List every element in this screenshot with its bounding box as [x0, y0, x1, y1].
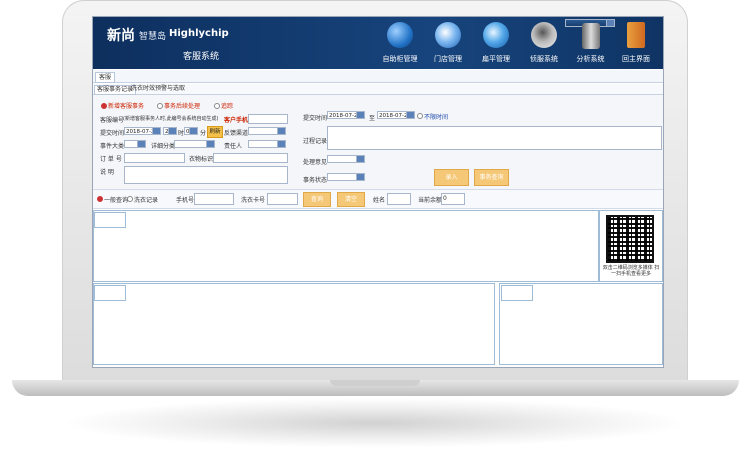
minute-unit: 分	[200, 130, 207, 137]
refresh-button[interactable]: 刷新	[207, 126, 223, 138]
query-phone-label: 手机号	[176, 197, 195, 204]
query-name-label: 姓名	[373, 197, 386, 204]
range-label: 提交时间	[303, 115, 328, 122]
owner-label: 责任人	[224, 143, 243, 150]
qr-code-image[interactable]	[606, 215, 654, 263]
status-label: 事务状态	[303, 177, 328, 184]
detail-select[interactable]	[174, 140, 215, 148]
radio-laundry-records[interactable]	[127, 196, 133, 202]
radio-label: 追踪	[221, 103, 234, 110]
clothing-input[interactable]	[213, 153, 288, 163]
nav-kiosk-management[interactable]: 自助柜管理	[375, 19, 425, 67]
balance-field: 0	[441, 193, 465, 205]
feedback-channel-label: 反馈渠道	[224, 130, 249, 137]
top-tab-strip	[93, 70, 663, 83]
nav-label: 回主界面	[622, 55, 650, 63]
process-label: 过程记录	[303, 138, 328, 145]
compass-icon	[387, 22, 413, 48]
detail-grid-left[interactable]	[93, 283, 495, 365]
exit-door-icon	[627, 22, 645, 48]
category-label: 事件大类	[100, 143, 125, 150]
globe-icon	[483, 22, 509, 48]
nav-label: 自助柜管理	[382, 55, 418, 63]
handle-label: 处理意见	[303, 159, 328, 166]
category-select[interactable]	[124, 140, 146, 148]
records-grid[interactable]	[93, 210, 599, 282]
radio-label: 洗衣记录	[134, 197, 159, 204]
order-input[interactable]	[124, 153, 185, 163]
brand-subtitle: 智慧岛	[139, 32, 167, 42]
grid-row[interactable]	[94, 220, 126, 228]
process-record-textarea[interactable]	[327, 126, 662, 150]
query-card-input[interactable]	[267, 193, 298, 205]
order-label: 订 单 号	[100, 156, 122, 163]
radio-follow-up[interactable]	[157, 103, 163, 109]
brand-chinese: 新尚	[107, 28, 135, 44]
owner-select[interactable]	[248, 140, 286, 148]
grid-row[interactable]	[94, 293, 126, 301]
system-name: 客服系统	[183, 52, 220, 62]
query-name-input[interactable]	[387, 193, 411, 205]
desc-textarea[interactable]	[124, 166, 288, 184]
desc-label: 说 明	[100, 169, 114, 176]
feedback-channel-select[interactable]	[248, 127, 286, 135]
hour-select[interactable]: 23	[163, 127, 177, 135]
app-header: 新尚 智慧岛 Highlychip 客服系统 自助柜管理 门店管理 扁平管理 侦…	[93, 17, 663, 69]
range-to-select[interactable]: 2018-07-28	[377, 111, 415, 119]
app-window: 新尚 智慧岛 Highlychip 客服系统 自助柜管理 门店管理 扁平管理 侦…	[92, 16, 664, 368]
customer-phone-input[interactable]	[248, 114, 288, 124]
nav-label: 分析系统	[576, 55, 605, 63]
range-to-label: 至	[369, 115, 376, 122]
radio-new-service[interactable]	[101, 103, 107, 109]
detail-label: 详细分类	[151, 143, 176, 150]
ticket-note: (新增客服事务人时,此编号会系统自动生成)	[123, 116, 219, 122]
nav-main-screen[interactable]: 回主界面	[611, 19, 661, 67]
nav-flat-management[interactable]: 扁平管理	[471, 19, 521, 67]
query-phone-input[interactable]	[194, 193, 234, 205]
clothing-label: 衣物标识	[189, 156, 214, 163]
tab-customer-service[interactable]: 客服	[95, 72, 116, 83]
qr-caption: 双击二维码浏览多媒体 扫一扫手机查看更多	[602, 265, 660, 277]
radio-label: 事务后续处理	[164, 103, 201, 110]
magnifier-icon	[435, 22, 461, 48]
nav-label: 门店管理	[434, 55, 462, 63]
nav-surveillance-system[interactable]: 侦服系统	[519, 19, 569, 67]
laptop-notch	[330, 380, 420, 386]
radio-general-query[interactable]	[97, 196, 103, 202]
submit-date-select[interactable]: 2018-07-28	[124, 127, 161, 135]
minute-select[interactable]: 09	[184, 127, 198, 135]
status-select[interactable]	[327, 173, 365, 181]
customer-phone-label: 客户手机	[224, 117, 249, 124]
handle-select[interactable]	[327, 155, 365, 163]
radio-label: 新增客服事务	[108, 103, 145, 110]
brand-english: Highlychip	[169, 28, 229, 39]
ticket-label: 客服编号	[100, 117, 125, 124]
nav-store-management[interactable]: 门店管理	[423, 19, 473, 67]
search-button[interactable]: 查询	[303, 192, 331, 207]
nav-label: 侦服系统	[530, 55, 558, 63]
range-from-select[interactable]: 2018-07-28	[327, 111, 365, 119]
clear-button[interactable]: 清空	[337, 192, 365, 207]
query-service-button[interactable]: 事务查询	[474, 169, 509, 186]
radio-tracking[interactable]	[214, 103, 220, 109]
radio-label: 一般查询	[104, 197, 129, 204]
radio-unlimited-time[interactable]	[417, 113, 423, 119]
balance-label: 当前余额	[418, 197, 443, 204]
trash-bin-icon	[581, 23, 600, 49]
nav-analysis-system[interactable]: 分析系统	[565, 19, 615, 63]
grid-row[interactable]	[501, 293, 533, 301]
tab-laundry-alert[interactable]: 洗衣时效预警与选取	[129, 85, 187, 93]
submit-time-label: 提交时间	[100, 130, 125, 137]
enter-button[interactable]: 录入	[434, 169, 469, 186]
query-card-label: 洗衣卡号	[241, 197, 266, 204]
webcam-icon	[531, 22, 557, 48]
unlimited-label: 不限时间	[424, 114, 449, 121]
nav-label: 扁平管理	[482, 55, 510, 63]
laptop-shadow	[60, 398, 690, 448]
